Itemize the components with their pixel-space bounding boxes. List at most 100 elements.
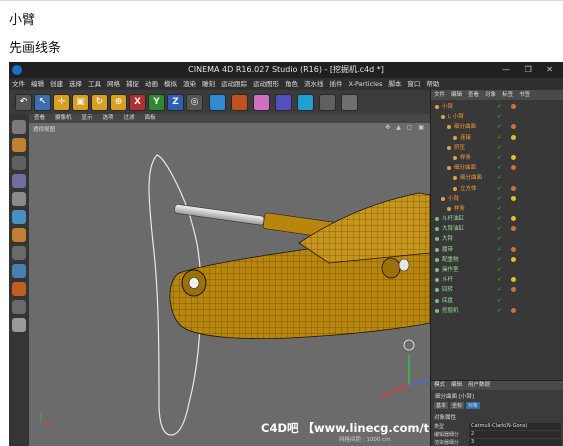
- viewport-nav-icons[interactable]: ✥ ▲ ▢ ▣: [385, 124, 426, 131]
- visibility-check-icon[interactable]: ✓: [497, 275, 502, 285]
- visibility-check-icon[interactable]: ✓: [497, 143, 502, 153]
- visibility-check-icon[interactable]: ✓: [497, 255, 502, 265]
- menu-item[interactable]: 运动图形: [253, 80, 279, 88]
- menu-item[interactable]: 插件: [330, 80, 343, 88]
- object-row[interactable]: 大臂油缸 ✓: [431, 224, 563, 234]
- object-row[interactable]: 细分曲面 ✓: [431, 163, 563, 173]
- tag-icon[interactable]: [511, 134, 516, 140]
- visibility-check-icon[interactable]: ✓: [497, 245, 502, 255]
- visibility-check-icon[interactable]: ✓: [497, 224, 502, 234]
- object-row[interactable]: L 小臂 ✓: [431, 112, 563, 122]
- object-row[interactable]: 样条 ✓: [431, 204, 563, 214]
- visibility-check-icon[interactable]: ✓: [497, 204, 502, 214]
- left-tool-icon[interactable]: [12, 318, 26, 332]
- menu-item[interactable]: X-Particles: [349, 80, 383, 88]
- toolbar-button[interactable]: ↶: [15, 94, 32, 111]
- left-tool-icon[interactable]: [12, 300, 26, 314]
- visibility-check-icon[interactable]: ✓: [497, 112, 502, 122]
- visibility-check-icon[interactable]: ✓: [497, 122, 502, 132]
- visibility-check-icon[interactable]: ✓: [497, 153, 502, 163]
- toolbar-button[interactable]: Z: [167, 94, 184, 111]
- menu-item[interactable]: 编辑: [31, 80, 44, 88]
- left-tool-icon[interactable]: [12, 246, 26, 260]
- attribute-subtab[interactable]: 基本: [434, 402, 449, 409]
- viewport-menu-item[interactable]: 选项: [103, 115, 114, 121]
- toolbar-button[interactable]: ✛: [53, 94, 70, 111]
- toolbar-button[interactable]: ◎: [186, 94, 203, 111]
- object-row[interactable]: 立方体 ✓: [431, 184, 563, 194]
- menu-item[interactable]: 工具: [88, 80, 101, 88]
- attribute-menu-item[interactable]: 编辑: [451, 382, 462, 388]
- viewport-menu-item[interactable]: 面板: [145, 115, 156, 121]
- viewport-menu-item[interactable]: 显示: [82, 115, 93, 121]
- object-row[interactable]: 操作室 ✓: [431, 265, 563, 275]
- left-tool-icon[interactable]: [12, 174, 26, 188]
- menu-item[interactable]: 动画: [145, 80, 158, 88]
- property-value[interactable]: 2: [469, 431, 561, 438]
- attribute-subtab[interactable]: 坐标: [450, 402, 465, 409]
- toolbar-button[interactable]: ▣: [72, 94, 89, 111]
- object-row[interactable]: 回转 ✓: [431, 285, 563, 295]
- left-tool-icon[interactable]: [12, 264, 26, 278]
- attribute-menu-item[interactable]: 模式: [434, 382, 445, 388]
- menu-item[interactable]: 渲染: [183, 80, 196, 88]
- toolbar-button[interactable]: ⊕: [110, 94, 127, 111]
- object-row[interactable]: 小臂 ✓: [431, 102, 563, 112]
- object-menu-item[interactable]: 文件: [434, 92, 445, 98]
- menu-item[interactable]: 流水线: [304, 80, 324, 88]
- menu-item[interactable]: 角色: [285, 80, 298, 88]
- perspective-viewport[interactable]: 透视视图 ✥ ▲ ▢ ▣: [29, 123, 430, 446]
- object-menu-item[interactable]: 标签: [502, 92, 513, 98]
- menu-item[interactable]: 模拟: [164, 80, 177, 88]
- menu-item[interactable]: 捕捉: [126, 80, 139, 88]
- tag-icon[interactable]: [511, 104, 516, 109]
- visibility-check-icon[interactable]: ✓: [497, 133, 502, 143]
- toolbar-tool-icon[interactable]: [209, 94, 226, 111]
- left-tool-icon[interactable]: [12, 228, 26, 242]
- visibility-check-icon[interactable]: ✓: [497, 306, 502, 316]
- tag-icon[interactable]: [511, 124, 516, 130]
- visibility-check-icon[interactable]: ✓: [497, 265, 502, 275]
- toolbar-tool-icon[interactable]: [297, 94, 314, 111]
- object-row[interactable]: 大臂 ✓: [431, 234, 563, 244]
- tag-icon[interactable]: [511, 226, 516, 232]
- toolbar-button[interactable]: X: [129, 94, 146, 111]
- object-menu-item[interactable]: 对象: [485, 92, 496, 98]
- visibility-check-icon[interactable]: ✓: [497, 214, 502, 224]
- object-row[interactable]: 底盘 ✓: [431, 296, 563, 306]
- property-value[interactable]: Catmull-Clark(N-Gons): [469, 423, 561, 430]
- object-menu-item[interactable]: 编辑: [451, 92, 462, 98]
- object-row[interactable]: 挖掘机 ✓: [431, 306, 563, 316]
- left-tool-icon[interactable]: [12, 210, 26, 224]
- toolbar-tool-icon[interactable]: [231, 94, 248, 111]
- toolbar-tool-icon[interactable]: [341, 94, 358, 111]
- menu-item[interactable]: 运动跟踪: [221, 80, 247, 88]
- visibility-check-icon[interactable]: ✓: [497, 102, 502, 112]
- viewport-menu-item[interactable]: 过滤: [124, 115, 135, 121]
- toolbar-tool-icon[interactable]: [253, 94, 270, 111]
- tag-icon[interactable]: [511, 165, 516, 171]
- tag-icon[interactable]: [511, 256, 516, 262]
- menu-item[interactable]: 网格: [107, 80, 120, 88]
- object-row[interactable]: 挤压 ✓: [431, 143, 563, 153]
- menu-item[interactable]: 选择: [69, 80, 82, 88]
- toolbar-tool-icon[interactable]: [275, 94, 292, 111]
- left-tool-icon[interactable]: [12, 120, 26, 134]
- object-row[interactable]: 细分曲面 ✓: [431, 122, 563, 132]
- menu-item[interactable]: 创建: [50, 80, 63, 88]
- object-row[interactable]: 斗杆 ✓: [431, 275, 563, 285]
- attribute-menu-item[interactable]: 用户数据: [468, 382, 490, 388]
- tag-icon[interactable]: [511, 195, 516, 201]
- visibility-check-icon[interactable]: ✓: [497, 163, 502, 173]
- tag-icon[interactable]: [511, 287, 516, 293]
- object-row[interactable]: 小臂 ✓: [431, 194, 563, 204]
- object-menu-item[interactable]: 书签: [519, 92, 530, 98]
- menu-item[interactable]: 窗口: [407, 80, 420, 88]
- visibility-check-icon[interactable]: ✓: [497, 173, 502, 183]
- toolbar-button[interactable]: ↖: [34, 94, 51, 111]
- visibility-check-icon[interactable]: ✓: [497, 194, 502, 204]
- toolbar-button[interactable]: Y: [148, 94, 165, 111]
- viewport-menu-item[interactable]: 查看: [34, 115, 45, 121]
- tag-icon[interactable]: [511, 216, 516, 222]
- visibility-check-icon[interactable]: ✓: [497, 296, 502, 306]
